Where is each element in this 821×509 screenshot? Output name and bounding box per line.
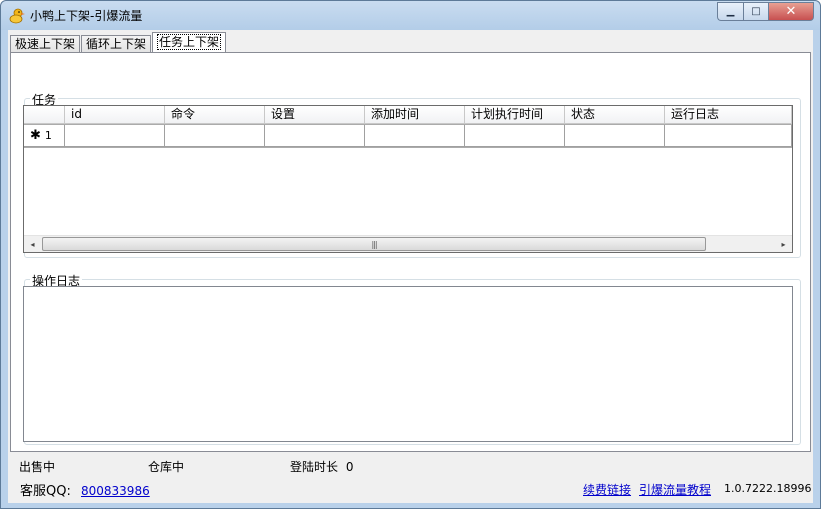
tab-task-listing[interactable]: 任务上下架 bbox=[152, 32, 227, 53]
column-header-command[interactable]: 命令 bbox=[165, 106, 265, 124]
selling-label: 出售中 bbox=[19, 460, 56, 474]
login-duration: 登陆时长 0 bbox=[290, 458, 353, 475]
column-header-settings[interactable]: 设置 bbox=[265, 106, 365, 124]
new-row-icon: ✱ bbox=[30, 128, 41, 143]
tutorial-link[interactable]: 引爆流量教程 bbox=[639, 481, 711, 498]
cell-status[interactable] bbox=[565, 125, 665, 147]
cell-scheduled-time[interactable] bbox=[465, 125, 565, 147]
cell-id[interactable] bbox=[65, 125, 165, 147]
cell-command[interactable] bbox=[165, 125, 265, 147]
version-label: 1.0.7222.18996 bbox=[724, 482, 812, 495]
scrollbar-thumb[interactable]: ||| bbox=[42, 237, 706, 251]
tab-label: 极速上下架 bbox=[15, 37, 76, 51]
cell-added-time[interactable] bbox=[365, 125, 465, 147]
support-qq-label: 客服QQ: bbox=[20, 484, 71, 499]
column-header-run-log[interactable]: 运行日志 bbox=[665, 106, 792, 124]
column-header-added-time[interactable]: 添加时间 bbox=[365, 106, 465, 124]
grid-header: id 命令 设置 添加时间 计划执行时间 状态 运行日志 bbox=[24, 106, 792, 124]
tab-strip: 极速上下架 循环上下架 任务上下架 bbox=[10, 32, 227, 53]
cell-run-log[interactable] bbox=[665, 125, 792, 147]
title-bar[interactable]: 小鸭上下架-引爆流量 ▁ □ ✕ bbox=[1, 1, 820, 30]
grid-empty-area bbox=[24, 148, 792, 237]
close-icon: ✕ bbox=[785, 4, 797, 19]
task-grid[interactable]: id 命令 设置 添加时间 计划执行时间 状态 运行日志 ✱ 1 ◂ ||| ▸ bbox=[23, 105, 793, 253]
tab-fast-listing[interactable]: 极速上下架 bbox=[10, 35, 81, 53]
tab-loop-listing[interactable]: 循环上下架 bbox=[81, 35, 152, 53]
chevron-left-icon[interactable]: ◂ bbox=[24, 236, 41, 252]
renew-link[interactable]: 续费链接 bbox=[583, 481, 631, 498]
window-title: 小鸭上下架-引爆流量 bbox=[30, 9, 143, 23]
caption-buttons: ▁ □ ✕ bbox=[717, 2, 814, 21]
cell-settings[interactable] bbox=[265, 125, 365, 147]
support-qq: 客服QQ: 800833986 bbox=[20, 480, 150, 499]
login-duration-value: 0 bbox=[345, 460, 354, 474]
row-header[interactable]: ✱ 1 bbox=[24, 125, 65, 147]
table-row[interactable]: ✱ 1 bbox=[24, 125, 792, 147]
app-window: 小鸭上下架-引爆流量 ▁ □ ✕ 极速上下架 循环上下架 任务上下架 任务 id… bbox=[0, 0, 821, 509]
column-header-scheduled-time[interactable]: 计划执行时间 bbox=[465, 106, 565, 124]
warehouse-label: 仓库中 bbox=[148, 460, 185, 474]
login-duration-label: 登陆时长 bbox=[290, 460, 339, 474]
horizontal-scrollbar[interactable]: ◂ ||| ▸ bbox=[24, 235, 792, 252]
tab-label: 任务上下架 bbox=[157, 34, 222, 50]
maximize-icon: □ bbox=[751, 6, 761, 17]
tab-label: 循环上下架 bbox=[86, 37, 147, 51]
column-header-id[interactable]: id bbox=[65, 106, 165, 124]
minimize-button[interactable]: ▁ bbox=[717, 2, 743, 21]
operation-log-textarea[interactable] bbox=[23, 286, 793, 442]
support-qq-link[interactable]: 800833986 bbox=[81, 484, 150, 498]
column-header-status[interactable]: 状态 bbox=[565, 106, 665, 124]
client-area: 极速上下架 循环上下架 任务上下架 任务 id 命令 设置 添加时间 计划执行时… bbox=[8, 30, 813, 503]
close-button[interactable]: ✕ bbox=[768, 2, 814, 21]
grid-corner[interactable] bbox=[24, 106, 65, 124]
maximize-button[interactable]: □ bbox=[743, 2, 768, 21]
grip-icon: ||| bbox=[371, 239, 377, 249]
row-number: 1 bbox=[44, 129, 52, 142]
chevron-right-icon[interactable]: ▸ bbox=[775, 236, 792, 252]
duck-icon bbox=[9, 8, 25, 24]
minimize-icon: ▁ bbox=[726, 6, 735, 17]
